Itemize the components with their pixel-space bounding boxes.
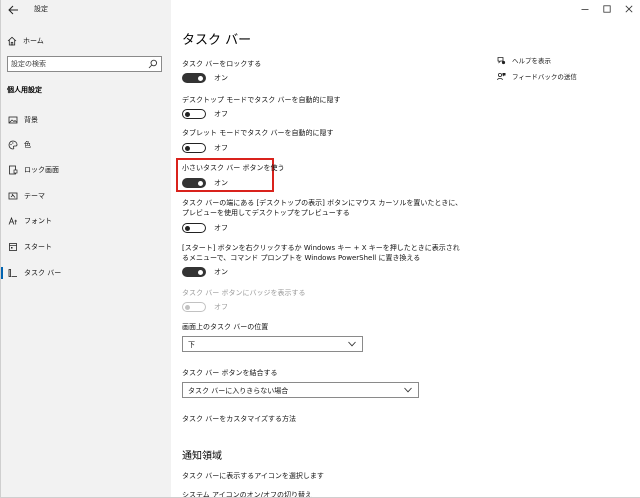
sidebar-item-background[interactable]: 背景 — [1, 112, 171, 128]
image-icon — [8, 116, 18, 124]
toggle-peek[interactable] — [182, 223, 206, 233]
setting-label-autohide-desktop: デスクトップ モードでタスク バーを自動的に隠す — [182, 96, 341, 104]
position-value: 下 — [188, 341, 195, 349]
toggle-knob — [185, 111, 190, 117]
main-content: タスク バー タスク バーをロックする オン デスクトップ モードでタスク バー… — [171, 0, 640, 497]
toggle-knob — [185, 304, 190, 310]
section-title: 個人用設定 — [7, 86, 42, 94]
toggle-state-peek: オフ — [214, 224, 228, 232]
feedback-icon — [497, 72, 506, 80]
maximize-icon — [603, 5, 611, 13]
maximize-button[interactable] — [596, 0, 618, 18]
sidebar-item-color[interactable]: 色 — [1, 137, 171, 153]
toggle-badges — [182, 302, 206, 312]
sidebar-item-label: フォント — [24, 217, 52, 225]
toggle-autohide-tablet[interactable] — [182, 143, 206, 153]
system-icons-link[interactable]: システム アイコンのオン/オフの切り替え — [182, 490, 312, 497]
taskbar-icon — [8, 269, 17, 277]
sidebar-item-lock-screen[interactable]: ロック画面 — [1, 162, 171, 178]
start-icon — [9, 243, 17, 251]
toggle-knob — [185, 145, 190, 151]
sidebar-item-label: スタート — [24, 243, 52, 251]
show-help-link[interactable]: ヘルプを表示 — [497, 54, 551, 66]
toggle-autohide-desktop[interactable] — [182, 109, 206, 119]
toggle-small-buttons[interactable] — [182, 178, 206, 188]
toggle-state-badges: オフ — [214, 303, 228, 311]
setting-label-badges: タスク バー ボタンにバッジを表示する — [182, 289, 306, 297]
back-arrow-icon[interactable] — [8, 5, 19, 15]
position-dropdown[interactable]: 下 — [182, 336, 363, 352]
setting-label-peek-line2: プレビューを使用してデスクトップをプレビューする — [182, 209, 350, 217]
font-icon — [8, 216, 17, 225]
setting-label-autohide-tablet: タブレット モードでタスク バーを自動的に隠す — [182, 129, 334, 137]
sidebar-item-label: 色 — [24, 141, 31, 149]
sidebar-item-label: ロック画面 — [24, 166, 59, 174]
toggle-state-lock-taskbar: オン — [214, 74, 228, 82]
chevron-down-icon — [348, 341, 356, 347]
show-help-label: ヘルプを表示 — [512, 57, 551, 65]
search-icon[interactable] — [148, 59, 158, 69]
combine-dropdown[interactable]: タスク バーに入りきらない場合 — [182, 382, 419, 398]
sidebar-item-label: テーマ — [24, 192, 45, 200]
window-controls — [574, 0, 640, 18]
sidebar-item-home[interactable]: ホーム — [7, 34, 44, 48]
toggle-lock-taskbar[interactable] — [182, 73, 206, 83]
minimize-button[interactable] — [574, 0, 596, 18]
sidebar: 設定 ホーム 個人用設定 背景 — [1, 0, 171, 497]
setting-label-powershell-line2: るメニューで、コマンド プロンプトを Windows PowerShell に置… — [182, 254, 421, 262]
position-label: 画面上のタスク バーの位置 — [182, 323, 269, 331]
sidebar-item-start[interactable]: スタート — [1, 239, 171, 255]
sidebar-item-taskbar[interactable]: タスク バー — [1, 265, 171, 281]
theme-icon — [8, 192, 18, 200]
palette-icon — [8, 140, 18, 150]
notification-area-heading: 通知領域 — [182, 451, 222, 462]
sidebar-item-label: タスク バー — [24, 269, 62, 277]
toggle-knob — [185, 225, 190, 231]
combine-label: タスク バー ボタンを結合する — [182, 369, 278, 377]
close-icon — [625, 5, 633, 13]
select-icons-link[interactable]: タスク バーに表示するアイコンを選択します — [182, 471, 324, 481]
search-box[interactable] — [7, 56, 162, 72]
help-chat-icon — [497, 56, 506, 64]
setting-label-peek-line1: タスク バーの端にある [デスクトップの表示] ボタンにマウス カーソルを置いた… — [182, 199, 463, 207]
toggle-state-powershell: オン — [214, 268, 228, 276]
feedback-label: フィードバックの送信 — [512, 73, 577, 81]
sidebar-item-font[interactable]: フォント — [1, 213, 171, 229]
customize-link[interactable]: タスク バーをカスタマイズする方法 — [182, 414, 296, 424]
active-indicator — [1, 267, 3, 279]
toggle-state-autohide-desktop: オフ — [214, 110, 228, 118]
sidebar-item-theme[interactable]: テーマ — [1, 188, 171, 204]
close-button[interactable] — [618, 0, 640, 18]
home-icon — [7, 36, 17, 46]
chevron-down-icon — [404, 387, 412, 393]
lock-screen-icon — [9, 165, 18, 175]
feedback-link[interactable]: フィードバックの送信 — [497, 70, 577, 82]
toggle-knob — [198, 75, 203, 81]
search-input[interactable] — [11, 58, 143, 70]
sidebar-item-label: ホーム — [23, 37, 44, 45]
setting-label-lock-taskbar: タスク バーをロックする — [182, 60, 262, 68]
app-title: 設定 — [34, 5, 48, 13]
toggle-state-small-buttons: オン — [214, 179, 228, 187]
setting-label-powershell-line1: [スタート] ボタンを右クリックするか Windows キー + X キーを押し… — [182, 244, 460, 252]
setting-label-small-buttons: 小さいタスク バー ボタンを使う — [182, 164, 285, 172]
toggle-state-autohide-tablet: オフ — [214, 144, 228, 152]
minimize-icon — [581, 9, 589, 10]
combine-value: タスク バーに入りきらない場合 — [188, 387, 289, 395]
sidebar-item-label: 背景 — [24, 116, 38, 124]
toggle-knob — [198, 180, 203, 186]
settings-window: 設定 ホーム 個人用設定 背景 — [0, 0, 640, 498]
toggle-knob — [198, 269, 203, 275]
page-title: タスク バー — [182, 33, 252, 48]
toggle-powershell[interactable] — [182, 267, 206, 277]
